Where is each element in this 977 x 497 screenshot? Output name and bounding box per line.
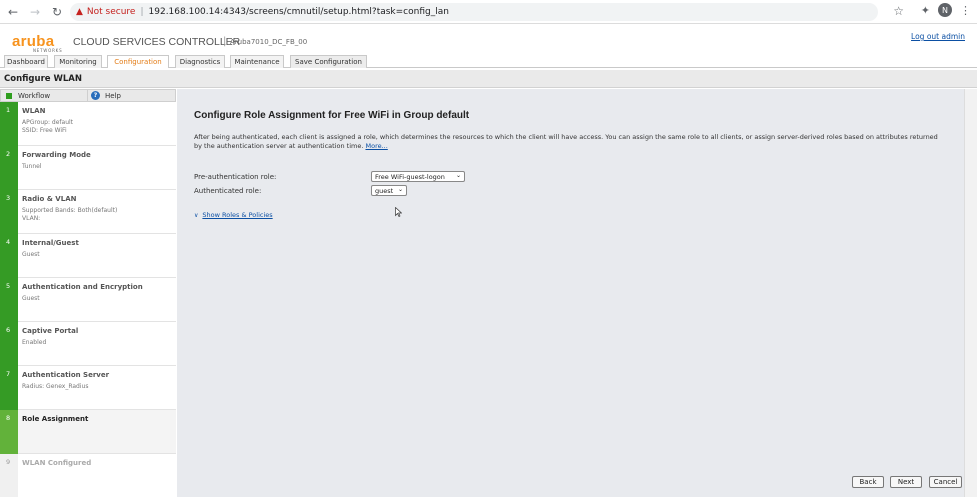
save-configuration-button[interactable]: Save Configuration (290, 55, 367, 68)
menu-icon[interactable]: ⋮ (960, 4, 971, 17)
header-separator: | (223, 36, 227, 47)
tab-dashboard[interactable]: Dashboard (4, 55, 48, 68)
step-detail: APGroup: default (22, 119, 74, 126)
tab-diagnostics[interactable]: Diagnostics (175, 55, 225, 68)
step-number: 4 (0, 234, 18, 278)
vertical-scrollbar[interactable] (964, 89, 977, 497)
cancel-button[interactable]: Cancel (929, 476, 962, 488)
tab-configuration[interactable]: Configuration (107, 55, 169, 68)
back-button[interactable]: Back (852, 476, 884, 488)
address-bar[interactable]: ▲ Not secure | 192.168.100.14:4343/scree… (70, 3, 878, 21)
help-tab[interactable]: ? Help (88, 89, 176, 102)
chevron-down-icon: ∨ (194, 211, 199, 219)
step-number: 1 (0, 102, 18, 146)
workflow-sidebar: Workflow ? Help 1 WLAN APGroup: default … (0, 89, 176, 497)
profile-avatar[interactable]: N (938, 3, 952, 17)
main-panel: Configure Role Assignment for Free WiFi … (177, 89, 977, 497)
reload-icon[interactable]: ↻ (48, 3, 66, 21)
step-number: 7 (0, 366, 18, 410)
next-button[interactable]: Next (890, 476, 922, 488)
aruba-logo-sub: NETWORKS (33, 48, 63, 53)
url-text: 192.168.100.14:4343/screens/cmnutil/setu… (148, 7, 449, 17)
description-text: After being authenticated, each client i… (194, 133, 938, 150)
step-detail: Guest (22, 295, 40, 302)
workflow-label: Workflow (18, 91, 51, 100)
role-assignment-form: Configure Role Assignment for Free WiFi … (177, 89, 964, 497)
pre-auth-role-select[interactable]: Free WiFi-guest-logon ⌄ (371, 171, 465, 182)
app-root: ← → ↻ ▲ Not secure | 192.168.100.14:4343… (0, 0, 977, 497)
workflow-tab[interactable]: Workflow (0, 89, 88, 102)
step-role-assignment[interactable]: 8 Role Assignment (0, 410, 176, 454)
help-icon: ? (91, 91, 100, 100)
step-radio-vlan[interactable]: 3 Radio & VLAN Supported Bands: Both(def… (0, 190, 176, 234)
app-header: aruba NETWORKS CLOUD SERVICES CONTROLLER… (0, 25, 977, 55)
step-detail: Tunnel (22, 163, 42, 170)
step-name: Internal/Guest (22, 239, 79, 247)
show-roles-toggle[interactable]: ∨ Show Roles & Policies (194, 211, 273, 219)
step-wlan[interactable]: 1 WLAN APGroup: default SSID: Free WiFi (0, 102, 176, 146)
step-captive-portal[interactable]: 6 Captive Portal Enabled (0, 322, 176, 366)
step-detail: SSID: Free WiFi (22, 127, 67, 134)
step-detail: Radius: Genex_Radius (22, 383, 89, 390)
forward-arrow-icon[interactable]: → (26, 3, 44, 21)
step-forwarding-mode[interactable]: 2 Forwarding Mode Tunnel (0, 146, 176, 190)
step-detail: Supported Bands: Both(default) (22, 207, 118, 214)
step-number: 8 (0, 410, 18, 454)
step-name: Captive Portal (22, 327, 79, 335)
page-title-bar: Configure WLAN (0, 70, 977, 88)
logout-link[interactable]: Log out admin (911, 32, 965, 41)
step-name: Radio & VLAN (22, 195, 77, 203)
main-tabs: Dashboard Monitoring Configuration Diagn… (0, 55, 977, 68)
warning-icon: ▲ (76, 7, 83, 17)
mouse-cursor-icon (395, 207, 402, 217)
step-name: WLAN Configured (22, 459, 92, 467)
extensions-icon[interactable]: ✦ (921, 4, 930, 17)
step-name: Role Assignment (22, 415, 89, 423)
pre-auth-role-label: Pre-authentication role: (194, 173, 277, 181)
step-name: Forwarding Mode (22, 151, 91, 159)
form-description: After being authenticated, each client i… (194, 133, 939, 151)
auth-role-label: Authenticated role: (194, 187, 262, 195)
more-link[interactable]: More... (365, 142, 387, 150)
step-number: 9 (0, 454, 18, 497)
auth-role-select[interactable]: guest ⌄ (371, 185, 407, 196)
step-detail: Enabled (22, 339, 47, 346)
step-name: Authentication and Encryption (22, 283, 143, 291)
pre-auth-role-value: Free WiFi-guest-logon (375, 172, 445, 181)
back-arrow-icon[interactable]: ← (4, 3, 22, 21)
product-name: CLOUD SERVICES CONTROLLER (73, 36, 241, 48)
step-name: Authentication Server (22, 371, 110, 379)
page-title: Configure WLAN (4, 73, 82, 84)
show-roles-label: Show Roles & Policies (202, 211, 273, 219)
chevron-down-icon: ⌄ (397, 186, 403, 193)
sidebar-header: Workflow ? Help (0, 89, 176, 102)
step-authentication-encryption[interactable]: 5 Authentication and Encryption Guest (0, 278, 176, 322)
step-detail: VLAN: (22, 215, 41, 222)
security-status: Not secure (86, 7, 136, 17)
tab-monitoring[interactable]: Monitoring (54, 55, 102, 68)
workflow-square-icon (6, 92, 12, 99)
url-separator: | (140, 7, 144, 17)
step-number: 2 (0, 146, 18, 190)
chevron-down-icon: ⌄ (455, 172, 461, 179)
step-internal-guest[interactable]: 4 Internal/Guest Guest (0, 234, 176, 278)
step-number: 5 (0, 278, 18, 322)
help-label: Help (105, 91, 121, 100)
step-detail: Guest (22, 251, 40, 258)
browser-toolbar: ← → ↻ ▲ Not secure | 192.168.100.14:4343… (0, 0, 977, 24)
step-authentication-server[interactable]: 7 Authentication Server Radius: Genex_Ra… (0, 366, 176, 410)
step-number: 3 (0, 190, 18, 234)
auth-role-value: guest (375, 186, 394, 195)
step-wlan-configured: 9 WLAN Configured (0, 454, 176, 497)
step-name: WLAN (22, 107, 46, 115)
step-number: 6 (0, 322, 18, 366)
bookmark-star-icon[interactable]: ☆ (893, 4, 904, 18)
form-heading: Configure Role Assignment for Free WiFi … (194, 110, 470, 121)
device-name: Aruba7010_DC_FB_00 (230, 38, 308, 46)
tab-maintenance[interactable]: Maintenance (230, 55, 284, 68)
